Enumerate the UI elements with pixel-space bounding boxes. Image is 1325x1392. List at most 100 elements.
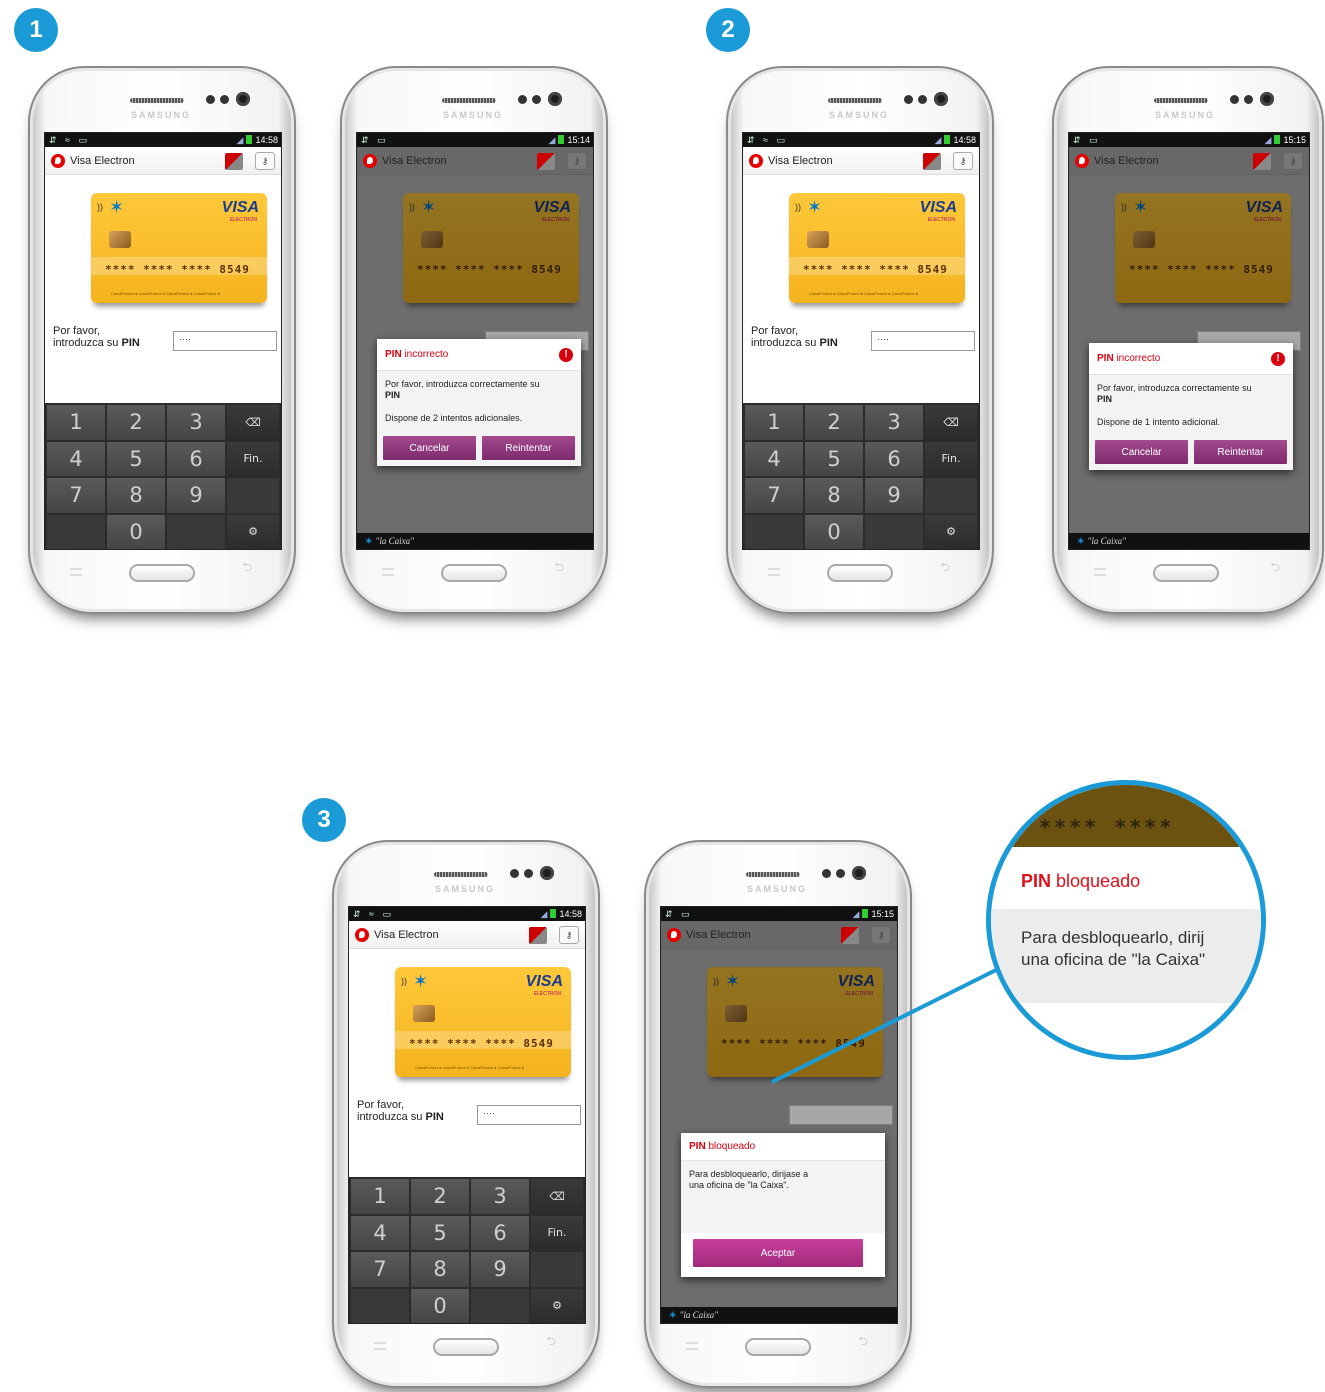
sensor: [904, 95, 913, 104]
key-4[interactable]: 4: [47, 441, 105, 476]
la-caixa-star-icon: ✶: [413, 971, 429, 991]
back-key-icon[interactable]: ⮌: [546, 1332, 556, 1353]
backspace-icon[interactable]: ⌫: [531, 1179, 583, 1214]
sensor: [918, 95, 927, 104]
step-badge-1: 1: [14, 8, 58, 52]
menu-key-icon[interactable]: [374, 1342, 386, 1350]
menu-key-icon[interactable]: [382, 568, 394, 576]
clock: 15:15: [1283, 135, 1306, 145]
menu-key-icon[interactable]: [1094, 568, 1106, 576]
key-icon[interactable]: ⚷: [953, 152, 973, 170]
la-caixa-star-icon: ✶: [365, 536, 373, 546]
back-key-icon[interactable]: ⮌: [242, 558, 252, 579]
key-9[interactable]: 9: [167, 478, 225, 513]
key-8[interactable]: 8: [107, 478, 165, 513]
status-bar: ⇵ ≈ ▭ ◢ 14:58: [349, 907, 585, 921]
cancel-button[interactable]: Cancelar: [1095, 440, 1188, 464]
la-caixa-star-icon: ✶: [807, 197, 823, 217]
back-key-icon[interactable]: ⮌: [940, 558, 950, 579]
key-5[interactable]: 5: [411, 1215, 469, 1250]
back-key-icon[interactable]: ⮌: [1270, 558, 1280, 579]
key-7[interactable]: 7: [745, 478, 803, 513]
key-7[interactable]: 7: [351, 1252, 409, 1287]
retry-button[interactable]: Reintentar: [482, 436, 575, 460]
key-fin[interactable]: Fin.: [227, 441, 279, 476]
la-caixa-footer: ✶ "la Caixa": [357, 533, 593, 549]
status-bar: ⇵ ▭ ◢ 15:15: [1069, 133, 1309, 147]
sim-card-icon[interactable]: [529, 927, 547, 944]
app-header: Visa Electron ⚷: [1069, 147, 1309, 175]
sim-card-icon[interactable]: [923, 153, 941, 170]
settings-icon[interactable]: ⚙: [925, 514, 977, 549]
key-0[interactable]: 0: [805, 514, 863, 549]
home-button[interactable]: [433, 1338, 499, 1356]
key-fin[interactable]: Fin.: [925, 441, 977, 476]
home-button[interactable]: [745, 1338, 811, 1356]
home-button[interactable]: [441, 564, 507, 582]
sim-card-icon[interactable]: [225, 153, 243, 170]
key-icon: ⚷: [1283, 152, 1303, 170]
pin-prompt-line1: Por favor,: [751, 325, 799, 337]
key-icon[interactable]: ⚷: [255, 152, 275, 170]
key-2[interactable]: 2: [107, 405, 165, 440]
vodafone-logo-icon: [1075, 153, 1089, 168]
accept-button[interactable]: Aceptar: [693, 1239, 863, 1267]
key-3[interactable]: 3: [167, 405, 225, 440]
status-bar: ⇵ ▭ ◢ 15:15: [661, 907, 897, 921]
key-fin[interactable]: Fin.: [531, 1215, 583, 1250]
key-1[interactable]: 1: [745, 405, 803, 440]
card-footer: CaixaProtect ● CaixaProtect ● CaixaProte…: [111, 291, 221, 296]
home-button[interactable]: [827, 564, 893, 582]
key-4[interactable]: 4: [351, 1215, 409, 1250]
dialog-message: Para desbloquearlo, dirijase a una oficin…: [681, 1161, 885, 1233]
key-6[interactable]: 6: [167, 441, 225, 476]
back-key-icon[interactable]: ⮌: [858, 1332, 868, 1353]
key-6[interactable]: 6: [865, 441, 923, 476]
key-3[interactable]: 3: [471, 1179, 529, 1214]
menu-key-icon[interactable]: [70, 568, 82, 576]
dialog-actions: Aceptar: [681, 1233, 885, 1277]
key-9[interactable]: 9: [865, 478, 923, 513]
home-button[interactable]: [129, 564, 195, 582]
dialog-header: PIN incorrecto !: [1089, 343, 1293, 375]
pin-input[interactable]: ····: [871, 331, 975, 351]
pin-input[interactable]: ····: [173, 331, 277, 351]
key-1[interactable]: 1: [351, 1179, 409, 1214]
back-key-icon[interactable]: ⮌: [554, 558, 564, 579]
key-6[interactable]: 6: [471, 1215, 529, 1250]
key-2[interactable]: 2: [805, 405, 863, 440]
home-button[interactable]: [1153, 564, 1219, 582]
key-0[interactable]: 0: [411, 1288, 469, 1323]
key-8[interactable]: 8: [411, 1252, 469, 1287]
key-7[interactable]: 7: [47, 478, 105, 513]
key-blank: [865, 514, 923, 549]
key-5[interactable]: 5: [107, 441, 165, 476]
key-9[interactable]: 9: [471, 1252, 529, 1287]
visa-card: )) ✶ VISA ELECTRON **** **** **** 8549: [403, 193, 579, 303]
key-3[interactable]: 3: [865, 405, 923, 440]
pin-prompt-line1: Por favor,: [53, 325, 101, 337]
la-caixa-footer: ✶ "la Caixa": [661, 1307, 897, 1323]
vodafone-logo-icon: [749, 153, 763, 168]
backspace-icon[interactable]: ⌫: [925, 405, 977, 440]
key-8[interactable]: 8: [805, 478, 863, 513]
usb-icon: ⇵ ≈ ▭: [49, 135, 90, 145]
retry-button[interactable]: Reintentar: [1194, 440, 1287, 464]
key-1[interactable]: 1: [47, 405, 105, 440]
dialog-title: PIN incorrecto: [1097, 353, 1161, 364]
cancel-button[interactable]: Cancelar: [383, 436, 476, 460]
dialog-message-line1: Por favor, introduzca correctamente su: [1097, 383, 1252, 393]
menu-key-icon[interactable]: [686, 1342, 698, 1350]
settings-icon[interactable]: ⚙: [227, 514, 279, 549]
key-icon[interactable]: ⚷: [559, 926, 579, 944]
phone-step1-pin-entry: SAMSUNG ⇵ ≈ ▭ ◢ 14:58 Visa Electron ⚷ )) …: [28, 66, 296, 614]
settings-icon[interactable]: ⚙: [531, 1288, 583, 1323]
menu-key-icon[interactable]: [768, 568, 780, 576]
key-4[interactable]: 4: [745, 441, 803, 476]
backspace-icon[interactable]: ⌫: [227, 405, 279, 440]
key-2[interactable]: 2: [411, 1179, 469, 1214]
visa-sub: ELECTRON: [927, 217, 955, 223]
key-5[interactable]: 5: [805, 441, 863, 476]
pin-input[interactable]: ····: [477, 1105, 581, 1125]
key-0[interactable]: 0: [107, 514, 165, 549]
